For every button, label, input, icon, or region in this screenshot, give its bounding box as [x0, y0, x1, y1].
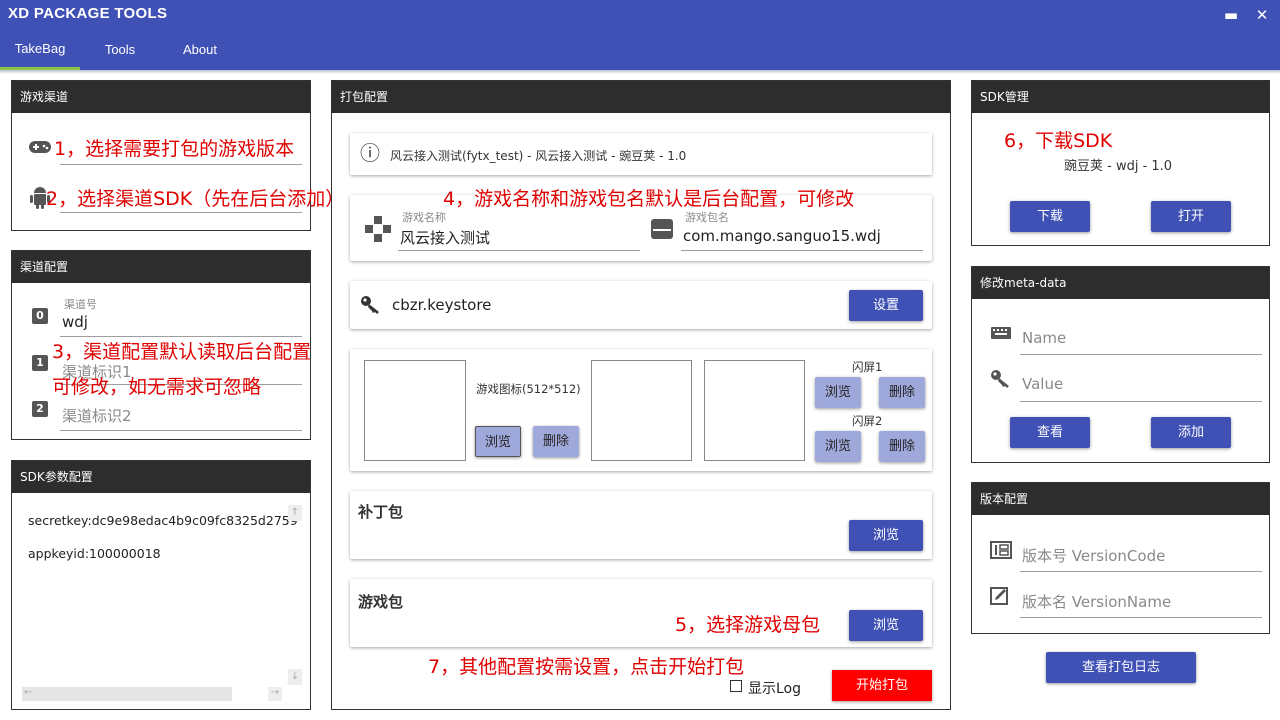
- splash1-preview: [591, 360, 692, 461]
- puzzle-icon: [364, 215, 392, 243]
- version-code-placeholder: 版本号 VersionCode: [1022, 547, 1166, 565]
- annotation-4: 4，游戏名称和游戏包名默认是后台配置，可修改: [443, 188, 855, 210]
- panel-title: SDK参数配置: [12, 461, 310, 493]
- horizontal-scrollbar[interactable]: ←: [22, 687, 232, 701]
- panel-title: 游戏渠道: [12, 81, 310, 113]
- patch-title: 补丁包: [358, 503, 404, 521]
- splash1-browse-button[interactable]: 浏览: [815, 377, 861, 408]
- channel-tag2-field[interactable]: 渠道标识2: [60, 403, 302, 431]
- badge-0: 0: [32, 308, 48, 324]
- annotation-6: 6，下载SDK: [1004, 130, 1113, 152]
- game-name-value: 风云接入测试: [400, 229, 491, 247]
- close-button[interactable]: ✕: [1251, 4, 1273, 26]
- annotation-3a: 3，渠道配置默认读取后台配置: [52, 341, 312, 363]
- game-info-card: ⓘ 风云接入测试(fytx_test) - 风云接入测试 - 豌豆荚 - 1.0: [350, 133, 932, 175]
- tab-tools[interactable]: Tools: [88, 30, 152, 70]
- sdk-param-line[interactable]: secretkey:dc9e98edac4b9c09fc8325d2759: [28, 513, 300, 528]
- panel-title: SDK管理: [972, 81, 1269, 113]
- meta-name-placeholder: Name: [1022, 329, 1067, 347]
- splash1-label: 闪屏1: [852, 360, 883, 374]
- channel-no-label: 渠道号: [64, 298, 97, 311]
- badge-2: 2: [32, 401, 48, 417]
- meta-data-panel: 修改meta-data Name Value 查看 添加: [971, 266, 1270, 463]
- package-name-value: com.mango.sanguo15.wdj: [683, 227, 881, 245]
- sdk-download-button[interactable]: 下载: [1010, 201, 1090, 232]
- nav-shadow: [0, 70, 1280, 74]
- version-name-placeholder: 版本名 VersionName: [1022, 593, 1172, 611]
- scroll-up-button[interactable]: ↑: [288, 505, 302, 521]
- scroll-right-button[interactable]: →: [268, 687, 282, 701]
- nav-bar: TakeBag Tools About: [0, 30, 1280, 70]
- channel-no-field[interactable]: wdj: [60, 311, 302, 337]
- annotation-3b: 可修改，如无需求可忽略: [52, 376, 262, 398]
- game-pack-title: 游戏包: [358, 593, 404, 611]
- version-number-icon: [990, 541, 1012, 559]
- splash2-preview: [704, 360, 805, 461]
- sdk-open-button[interactable]: 打开: [1151, 201, 1231, 232]
- view-log-button[interactable]: 查看打包日志: [1046, 652, 1196, 683]
- annotation-5: 5，选择游戏母包: [675, 614, 821, 636]
- meta-value-field[interactable]: Value: [1020, 371, 1262, 402]
- splash2-browse-button[interactable]: 浏览: [815, 431, 861, 462]
- version-code-field[interactable]: 版本号 VersionCode: [1020, 541, 1262, 572]
- keystore-set-button[interactable]: 设置: [849, 290, 923, 321]
- badge-1: 1: [32, 355, 48, 371]
- meta-add-button[interactable]: 添加: [1151, 417, 1231, 448]
- edit-icon: [990, 587, 1010, 605]
- icon-browse-button[interactable]: 浏览: [475, 426, 521, 457]
- start-pack-button[interactable]: 开始打包: [832, 670, 932, 701]
- game-name-field[interactable]: 风云接入测试: [398, 223, 640, 251]
- key-icon: [360, 295, 382, 315]
- splash2-delete-button[interactable]: 删除: [879, 431, 925, 462]
- panel-title: 渠道配置: [12, 251, 310, 283]
- icon-delete-button[interactable]: 删除: [533, 426, 579, 457]
- annotation-7: 7，其他配置按需设置，点击开始打包: [428, 656, 745, 678]
- package-name-field[interactable]: com.mango.sanguo15.wdj: [681, 223, 923, 251]
- package-icon: [650, 217, 674, 241]
- icon-preview: [364, 360, 466, 461]
- channel-no-value: wdj: [62, 313, 88, 331]
- splash1-delete-button[interactable]: 删除: [879, 377, 925, 408]
- panel-title: 版本配置: [972, 483, 1269, 515]
- annotation-1: 1，选择需要打包的游戏版本: [54, 138, 295, 160]
- show-log-checkbox[interactable]: [730, 680, 742, 692]
- image-card: 游戏图标(512*512) 浏览 删除 闪屏1 浏览 删除 闪屏2 浏览 删除: [350, 349, 932, 471]
- key-icon: [990, 369, 1012, 389]
- annotation-2: 2，选择渠道SDK（先在后台添加）: [46, 188, 345, 210]
- splash2-label: 闪屏2: [852, 414, 883, 428]
- tab-about[interactable]: About: [168, 30, 232, 70]
- icon-label: 游戏图标(512*512): [476, 382, 581, 396]
- meta-value-placeholder: Value: [1022, 375, 1064, 393]
- version-config-panel: 版本配置 版本号 VersionCode 版本名 VersionName: [971, 482, 1270, 634]
- show-log-label: 显示Log: [748, 681, 802, 697]
- sdk-info-text: 豌豆荚 - wdj - 1.0: [1064, 159, 1173, 174]
- title-bar: [0, 0, 1280, 30]
- patch-browse-button[interactable]: 浏览: [849, 520, 923, 551]
- game-info-text: 风云接入测试(fytx_test) - 风云接入测试 - 豌豆荚 - 1.0: [390, 149, 687, 163]
- panel-title: 修改meta-data: [972, 267, 1269, 299]
- tab-takebag[interactable]: TakeBag: [0, 30, 80, 70]
- panel-title: 打包配置: [332, 81, 950, 113]
- keyboard-icon: [990, 325, 1012, 341]
- scroll-down-button[interactable]: ↓: [288, 669, 302, 685]
- sdk-manage-panel: SDK管理 豌豆荚 - wdj - 1.0 下载 打开: [971, 80, 1270, 246]
- scroll-left-button[interactable]: ←: [24, 687, 32, 698]
- game-pack-card: 游戏包 浏览: [350, 579, 932, 647]
- meta-name-field[interactable]: Name: [1020, 325, 1262, 355]
- version-name-field[interactable]: 版本名 VersionName: [1020, 587, 1262, 618]
- patch-card: 补丁包 浏览: [350, 491, 932, 559]
- sdk-params-panel: SDK参数配置 secretkey:dc9e98edac4b9c09fc8325…: [11, 460, 311, 710]
- meta-view-button[interactable]: 查看: [1010, 417, 1090, 448]
- info-icon: ⓘ: [360, 141, 380, 165]
- keystore-card: cbzr.keystore 设置: [350, 281, 932, 329]
- app-title: XD PACKAGE TOOLS: [8, 5, 168, 22]
- pack-config-panel: 打包配置 ⓘ 风云接入测试(fytx_test) - 风云接入测试 - 豌豆荚 …: [331, 80, 951, 710]
- minimize-button[interactable]: ▬: [1220, 4, 1242, 26]
- keystore-value: cbzr.keystore: [392, 296, 492, 314]
- gamepad-icon: [28, 138, 52, 158]
- game-pack-browse-button[interactable]: 浏览: [849, 610, 923, 641]
- channel-tag2-placeholder: 渠道标识2: [62, 407, 132, 425]
- sdk-param-line[interactable]: appkeyid:100000018: [28, 546, 161, 561]
